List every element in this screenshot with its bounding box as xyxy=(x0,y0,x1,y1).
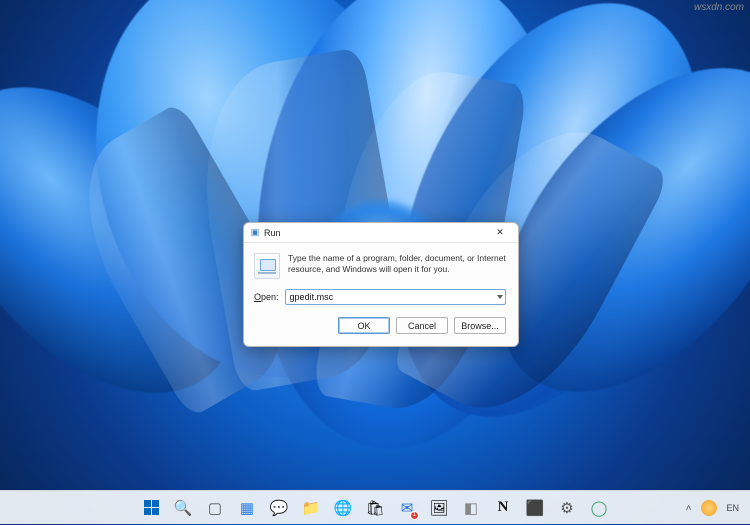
run-dialog: ▣ Run ✕ Type the name of a program, fold… xyxy=(243,222,519,347)
edge-icon: 🌐 xyxy=(334,499,353,517)
gear-icon: ⚙ xyxy=(560,499,573,517)
pinned-app-1[interactable]: ◧ xyxy=(458,495,484,521)
settings-button[interactable]: ⚙ xyxy=(554,495,580,521)
cancel-button[interactable]: Cancel xyxy=(396,317,448,334)
browse-button[interactable]: Browse... xyxy=(454,317,506,334)
search-button[interactable]: 🔍 xyxy=(170,495,196,521)
store-icon: 🛍 xyxy=(365,499,384,517)
photos-icon: 🖼 xyxy=(429,499,448,517)
open-label: Open: xyxy=(254,292,279,302)
close-icon: ✕ xyxy=(496,227,504,238)
widgets-button[interactable]: ▦ xyxy=(234,495,260,521)
app-icon-2: ⬛ xyxy=(526,499,545,517)
store-button[interactable]: 🛍 xyxy=(362,495,388,521)
ime-indicator[interactable]: EN xyxy=(723,501,742,515)
run-title-icon: ▣ xyxy=(250,228,260,238)
task-view-button[interactable]: ▢ xyxy=(202,495,228,521)
pinned-app-2[interactable]: ⬛ xyxy=(522,495,548,521)
search-icon: 🔍 xyxy=(174,499,193,517)
task-view-icon: ▢ xyxy=(208,499,222,517)
mail-button[interactable]: ✉ 1 xyxy=(394,495,420,521)
photos-button[interactable]: 🖼 xyxy=(426,495,452,521)
folder-icon: 📁 xyxy=(302,499,321,517)
windows-logo-icon xyxy=(144,500,159,515)
open-input[interactable] xyxy=(285,289,506,305)
run-description: Type the name of a program, folder, docu… xyxy=(288,253,506,275)
chat-icon: 💬 xyxy=(270,499,289,517)
run-program-icon xyxy=(254,253,280,279)
notion-icon: N xyxy=(498,499,509,516)
tray-app-icon[interactable] xyxy=(701,500,717,516)
notion-button[interactable]: N xyxy=(490,495,516,521)
taskbar: 🔍 ▢ ▦ 💬 📁 🌐 🛍 ✉ 1 🖼 ◧ N ⬛ ⚙ ◯ ˄ EN xyxy=(0,490,750,524)
tray-overflow-button[interactable]: ˄ xyxy=(682,501,696,516)
file-explorer-button[interactable]: 📁 xyxy=(298,495,324,521)
chat-button[interactable]: 💬 xyxy=(266,495,292,521)
edge-button[interactable]: 🌐 xyxy=(330,495,356,521)
app-icon: ◧ xyxy=(464,499,478,517)
watermark-text: wsxdn.com xyxy=(694,2,744,13)
close-button[interactable]: ✕ xyxy=(486,225,514,241)
ok-button[interactable]: OK xyxy=(338,317,390,334)
taskbar-tray: ˄ EN xyxy=(682,491,742,525)
run-title: Run xyxy=(264,228,486,238)
app-icon-3: ◯ xyxy=(591,499,608,517)
widgets-icon: ▦ xyxy=(240,499,254,517)
pinned-app-3[interactable]: ◯ xyxy=(586,495,612,521)
start-button[interactable] xyxy=(138,495,164,521)
taskbar-center: 🔍 ▢ ▦ 💬 📁 🌐 🛍 ✉ 1 🖼 ◧ N ⬛ ⚙ ◯ xyxy=(138,495,612,521)
mail-badge: 1 xyxy=(410,511,419,520)
run-titlebar[interactable]: ▣ Run ✕ xyxy=(244,223,518,243)
